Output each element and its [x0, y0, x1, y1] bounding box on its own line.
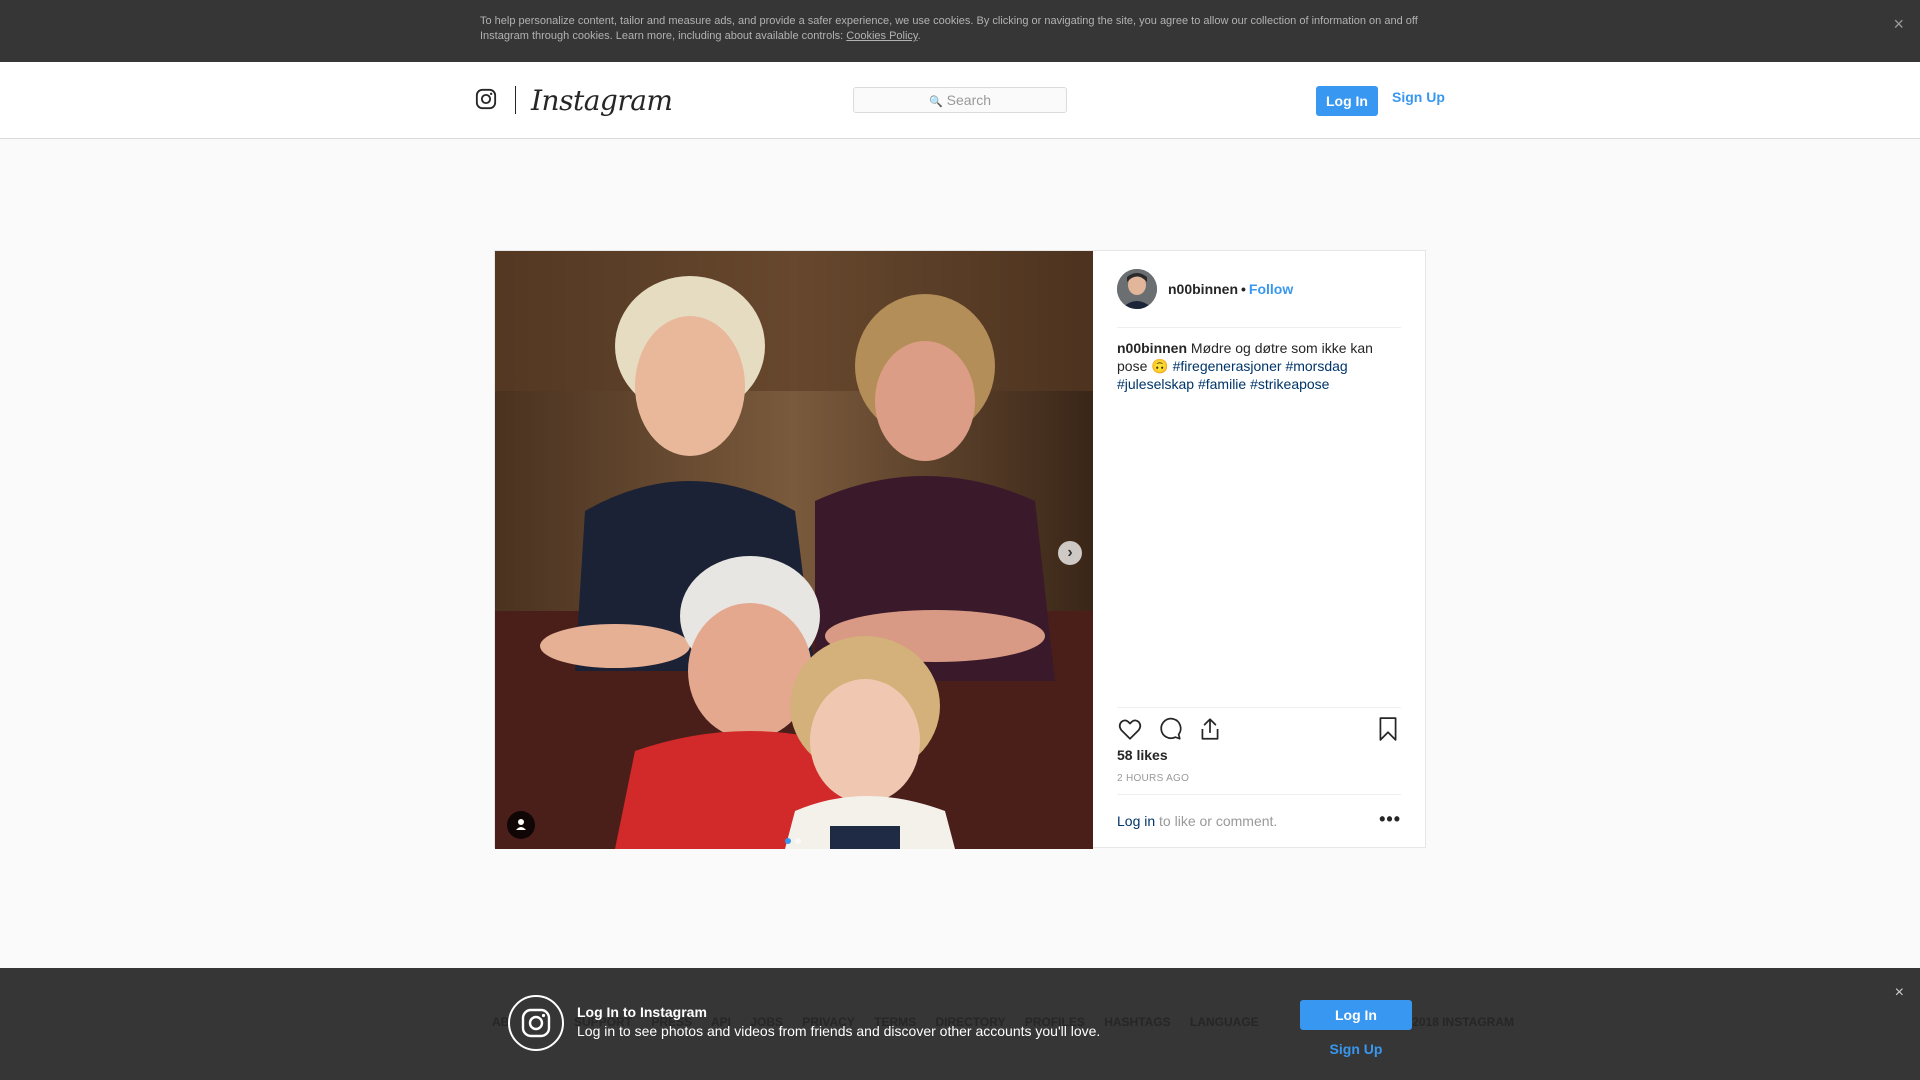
- top-nav: Instagram 🔍 Search Log In Sign Up: [0, 62, 1920, 139]
- hashtag-link[interactable]: #firegenerasjoner: [1173, 358, 1282, 374]
- heart-icon[interactable]: [1117, 716, 1143, 742]
- post-timestamp[interactable]: 2 HOURS AGO: [1117, 773, 1189, 784]
- post-actions: [1117, 707, 1401, 748]
- footer-copyright: © 2018 INSTAGRAM: [1400, 1015, 1514, 1029]
- comment-prompt: to like or comment.: [1155, 813, 1278, 829]
- likes-count[interactable]: 58 likes: [1117, 747, 1168, 763]
- signup-link[interactable]: Sign Up: [1300, 1041, 1412, 1057]
- post-author: n00binnen • Follow: [1168, 281, 1293, 297]
- follow-button[interactable]: Follow: [1249, 281, 1293, 297]
- login-bar-close-button[interactable]: ×: [1895, 984, 1904, 1002]
- cookie-banner: To help personalize content, tailor and …: [0, 0, 1920, 62]
- logo-divider: [515, 86, 516, 114]
- cookie-text-suffix: .: [917, 30, 921, 42]
- post-header: n00binnen • Follow: [1117, 269, 1401, 328]
- hashtag-link[interactable]: #morsdag: [1285, 358, 1347, 374]
- login-button[interactable]: Log In: [1300, 1000, 1412, 1030]
- follow-separator: •: [1241, 281, 1246, 297]
- instagram-camera-icon[interactable]: [475, 88, 497, 110]
- carousel-dot: [795, 838, 801, 844]
- hashtag-link[interactable]: #strikeapose: [1250, 376, 1329, 392]
- username-link[interactable]: n00binnen: [1168, 281, 1238, 297]
- signup-link[interactable]: Sign Up: [1392, 89, 1445, 105]
- comment-icon[interactable]: [1157, 716, 1183, 742]
- hashtag-link[interactable]: #juleselskap: [1117, 376, 1194, 392]
- login-button[interactable]: Log In: [1316, 86, 1378, 116]
- instagram-camera-icon: [508, 995, 564, 1051]
- share-icon[interactable]: [1197, 716, 1223, 742]
- login-to-comment: Log in to like or comment.: [1117, 813, 1277, 829]
- carousel-dots: [785, 831, 805, 849]
- user-tag-icon[interactable]: [507, 811, 535, 839]
- post-photo[interactable]: ›: [495, 251, 1093, 849]
- login-link[interactable]: Log in: [1117, 813, 1155, 829]
- bookmark-icon[interactable]: [1375, 716, 1401, 742]
- carousel-next-button[interactable]: ›: [1058, 541, 1082, 565]
- login-bar-subtitle: Log in to see photos and videos from fri…: [577, 1023, 1101, 1039]
- post-sidebar: n00binnen • Follow n00binnen Mødre og døtr…: [1093, 251, 1425, 847]
- cookie-banner-text: To help personalize content, tailor and …: [480, 14, 1430, 44]
- post-caption: n00binnen Mødre og døtre som ikke kan po…: [1117, 339, 1397, 393]
- instagram-wordmark[interactable]: Instagram: [531, 84, 673, 117]
- photo-image: [495, 251, 1093, 849]
- login-bar: ABOUT US SUPPORT PRESS API JOBS PRIVACY …: [0, 968, 1920, 1080]
- cookies-policy-link[interactable]: Cookies Policy: [846, 30, 917, 42]
- search-placeholder: Search: [946, 92, 992, 108]
- hashtag-link[interactable]: #familie: [1198, 376, 1246, 392]
- caption-username[interactable]: n00binnen: [1117, 340, 1187, 356]
- more-options-button[interactable]: •••: [1379, 809, 1401, 830]
- cookie-close-button[interactable]: ×: [1893, 14, 1904, 34]
- post-card: › n00binnen • Follow n00binnen Mødre og …: [494, 250, 1426, 849]
- footer-link[interactable]: LANGUAGE: [1190, 1015, 1259, 1029]
- footer-link[interactable]: HASHTAGS: [1104, 1015, 1170, 1029]
- carousel-dot-active: [785, 838, 791, 844]
- comment-section: Log in to like or comment. •••: [1117, 794, 1401, 847]
- search-input[interactable]: 🔍 Search: [853, 87, 1067, 113]
- search-icon: 🔍: [928, 96, 943, 108]
- login-bar-title: Log In to Instagram: [577, 1004, 707, 1020]
- cookie-text: To help personalize content, tailor and …: [480, 15, 1418, 42]
- avatar[interactable]: [1117, 269, 1157, 309]
